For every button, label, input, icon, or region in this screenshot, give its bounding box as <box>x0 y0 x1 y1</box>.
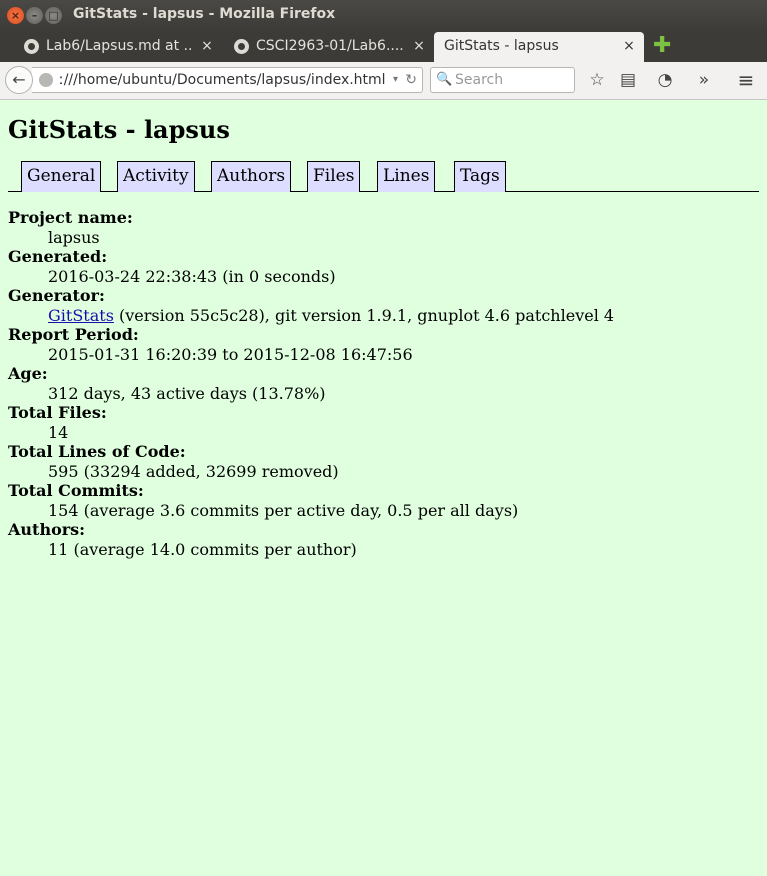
reload-icon[interactable]: ↻ <box>405 68 417 92</box>
url-bar[interactable]: ː///home/ubuntu/Documents/lapsus/index.h… <box>32 67 423 93</box>
info-label-generated: Generated: <box>8 247 108 266</box>
info-label-age: Age: <box>8 364 48 383</box>
github-icon <box>234 39 249 54</box>
search-icon: 🔍 <box>436 72 453 87</box>
overflow-chevron-icon[interactable]: » <box>693 69 715 91</box>
browser-tab-label: GitStats - lapsus <box>444 38 559 54</box>
browser-tab-2[interactable]: CSCI2963-01/Lab6.... × <box>232 32 428 62</box>
nav-tab-general[interactable]: General <box>21 161 102 192</box>
tab-close-icon[interactable]: × <box>412 32 426 60</box>
window-close-button[interactable]: × <box>7 7 24 24</box>
info-label-generator: Generator: <box>8 286 105 305</box>
nav-tab-files[interactable]: Files <box>307 161 361 192</box>
info-value-total-commits: 154 (average 3.6 commits per active day,… <box>48 500 519 520</box>
report-nav: General Activity Authors Files Lines Tag… <box>8 161 759 192</box>
github-icon <box>24 39 39 54</box>
new-tab-icon[interactable]: ✚ <box>653 35 671 57</box>
info-value-project-name: lapsus <box>48 227 100 247</box>
info-value-generator: GitStats (version 55c5c28), git version … <box>48 306 614 326</box>
project-info-list: Project name: lapsus Generated: 2016-03-… <box>8 208 614 559</box>
info-value-authors: 11 (average 14.0 commits per author) <box>48 539 357 559</box>
url-text[interactable]: ː///home/ubuntu/Documents/lapsus/index.h… <box>59 68 389 92</box>
search-input[interactable] <box>453 70 571 90</box>
info-label-total-commits: Total Commits: <box>8 481 144 500</box>
back-arrow-icon: ← <box>12 70 26 89</box>
navigation-toolbar: ː///home/ubuntu/Documents/lapsus/index.h… <box>0 62 767 100</box>
reader-view-icon[interactable]: ▤ <box>617 69 639 91</box>
info-value-total-files: 14 <box>48 422 69 442</box>
info-value-total-lines: 595 (33294 added, 32699 removed) <box>48 461 339 481</box>
info-label-project-name: Project name: <box>8 208 133 227</box>
gitstats-link[interactable]: GitStats <box>48 306 114 325</box>
pocket-icon[interactable]: ◔ <box>654 69 676 91</box>
nav-link-activity[interactable]: Activity <box>123 166 189 186</box>
search-bar[interactable]: 🔍 <box>430 67 575 93</box>
nav-link-tags[interactable]: Tags <box>460 166 500 186</box>
info-label-authors: Authors: <box>8 520 86 539</box>
info-label-total-files: Total Files: <box>8 403 107 422</box>
browser-tab-active[interactable]: GitStats - lapsus × <box>434 32 644 62</box>
browser-tab-label: CSCI2963-01/Lab6.... <box>256 38 404 54</box>
browser-tab-1[interactable]: Lab6/Lapsus.md at ... × <box>22 32 218 62</box>
info-label-report-period: Report Period: <box>8 325 139 344</box>
info-value-generated: 2016-03-24 22:38:43 (in 0 seconds) <box>48 266 336 286</box>
info-label-total-lines: Total Lines of Code: <box>8 442 186 461</box>
window-titlebar: × – □ GitStats - lapsus - Mozilla Firefo… <box>0 0 767 31</box>
window-title: GitStats - lapsus - Mozilla Firefox <box>73 6 336 22</box>
nav-tab-lines[interactable]: Lines <box>377 161 436 192</box>
browser-tab-label: Lab6/Lapsus.md at ... <box>46 38 194 54</box>
bookmark-star-icon[interactable]: ☆ <box>586 69 608 91</box>
nav-link-lines[interactable]: Lines <box>383 166 429 186</box>
page-title: GitStats - lapsus <box>8 115 230 144</box>
nav-tab-activity[interactable]: Activity <box>117 161 195 192</box>
nav-link-authors[interactable]: Authors <box>217 166 285 186</box>
site-identity-icon[interactable] <box>39 73 53 87</box>
tab-strip: Lab6/Lapsus.md at ... × CSCI2963-01/Lab6… <box>0 31 767 62</box>
tab-close-icon[interactable]: × <box>200 32 214 60</box>
hamburger-menu-icon[interactable]: ≡ <box>735 69 757 91</box>
back-button[interactable]: ← <box>5 66 33 94</box>
generator-version-text: (version 55c5c28), git version 1.9.1, gn… <box>113 305 615 325</box>
nav-link-general[interactable]: General <box>27 166 95 186</box>
url-dropdown-icon[interactable]: ▾ <box>393 68 398 92</box>
window-minimize-button[interactable]: – <box>26 7 43 24</box>
nav-tab-tags[interactable]: Tags <box>454 161 506 192</box>
info-value-age: 312 days, 43 active days (13.78%) <box>48 383 326 403</box>
page-content: GitStats - lapsus General Activity Autho… <box>0 101 767 876</box>
window-maximize-button[interactable]: □ <box>45 7 62 24</box>
tab-close-icon[interactable]: × <box>622 32 636 60</box>
nav-tab-authors[interactable]: Authors <box>211 161 292 192</box>
info-value-report-period: 2015-01-31 16:20:39 to 2015-12-08 16:47:… <box>48 344 413 364</box>
nav-link-files[interactable]: Files <box>313 166 354 186</box>
